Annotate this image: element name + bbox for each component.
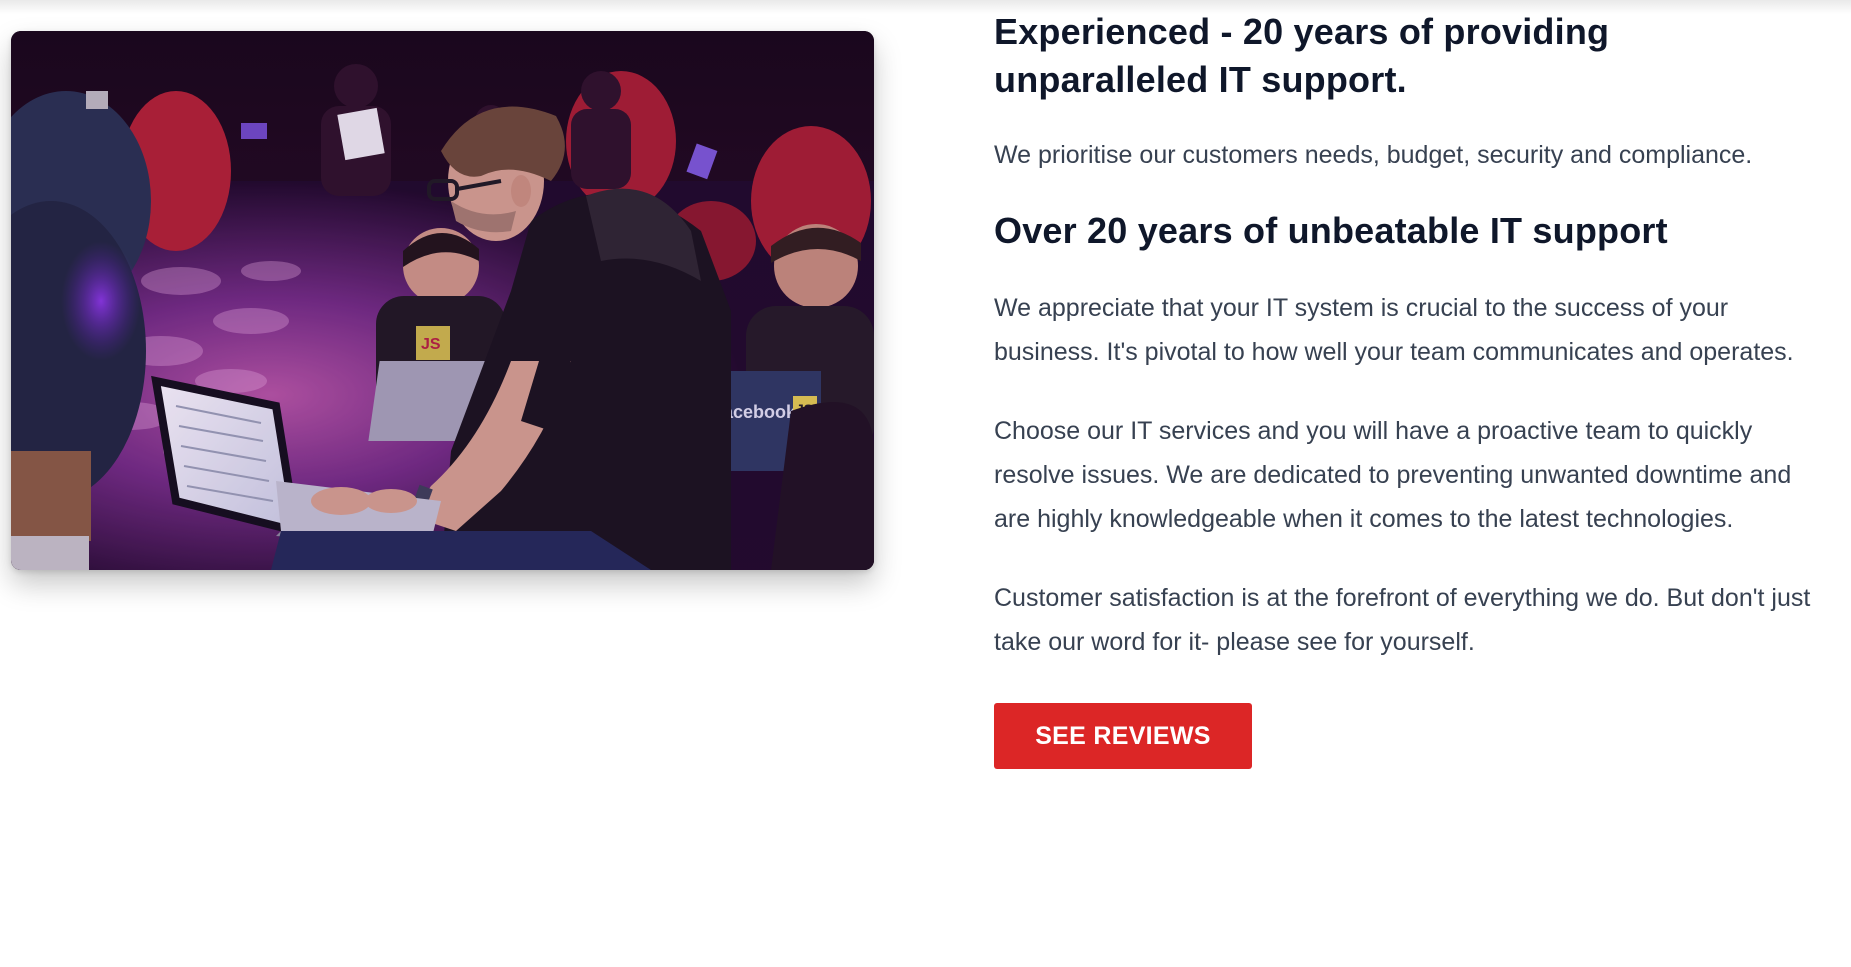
feature-photo: acebook JS JS [11,31,874,570]
feature-content: Experienced - 20 years of providing unpa… [994,8,1824,769]
see-reviews-button[interactable]: SEE REVIEWS [994,703,1252,769]
developers-photo-illustration: acebook JS JS [11,31,874,570]
feature-subheadline: Over 20 years of unbeatable IT support [994,210,1668,251]
feature-headline: Experienced - 20 years of providing unpa… [994,11,1610,100]
feature-paragraph: We appreciate that your IT system is cru… [994,294,1794,366]
feature-paragraph: Customer satisfaction is at the forefron… [994,584,1811,656]
feature-paragraph: Choose our IT services and you will have… [994,417,1792,533]
feature-intro: We prioritise our customers needs, budge… [994,141,1753,169]
